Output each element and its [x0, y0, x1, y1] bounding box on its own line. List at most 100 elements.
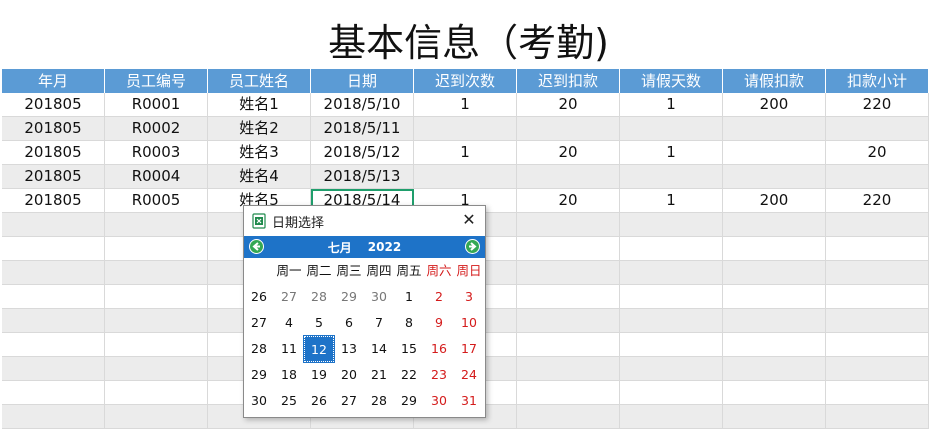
table-cell[interactable]: 姓名4	[208, 165, 311, 189]
table-cell[interactable]	[105, 309, 208, 333]
table-cell[interactable]: R0003	[105, 141, 208, 165]
table-cell[interactable]: 20	[826, 141, 929, 165]
table-cell[interactable]	[826, 213, 929, 237]
table-cell[interactable]: 2018/5/12	[311, 141, 414, 165]
table-cell[interactable]	[620, 357, 723, 381]
calendar-day[interactable]: 7	[364, 310, 394, 336]
table-cell[interactable]	[826, 333, 929, 357]
column-header[interactable]: 年月	[2, 69, 105, 93]
table-cell[interactable]	[517, 165, 620, 189]
calendar-day[interactable]: 24	[454, 362, 484, 388]
table-cell[interactable]	[620, 405, 723, 429]
table-cell[interactable]	[826, 405, 929, 429]
table-cell[interactable]	[105, 237, 208, 261]
table-cell[interactable]	[723, 381, 826, 405]
calendar-day[interactable]: 22	[394, 362, 424, 388]
calendar-day[interactable]: 10	[454, 310, 484, 336]
calendar-day[interactable]: 14	[364, 336, 394, 362]
table-cell[interactable]	[2, 285, 105, 309]
table-cell[interactable]: 1	[414, 141, 517, 165]
table-cell[interactable]	[2, 333, 105, 357]
calendar-day[interactable]: 16	[424, 336, 454, 362]
calendar-day[interactable]: 13	[334, 336, 364, 362]
table-cell[interactable]	[620, 213, 723, 237]
table-cell[interactable]	[620, 285, 723, 309]
calendar-day[interactable]: 5	[304, 310, 334, 336]
table-cell[interactable]	[826, 381, 929, 405]
table-cell[interactable]: 2018/5/13	[311, 165, 414, 189]
table-cell[interactable]	[105, 381, 208, 405]
table-cell[interactable]	[723, 285, 826, 309]
table-cell[interactable]: 姓名3	[208, 141, 311, 165]
calendar-day[interactable]: 6	[334, 310, 364, 336]
table-cell[interactable]: 201805	[2, 165, 105, 189]
table-cell[interactable]: 200	[723, 93, 826, 117]
table-cell[interactable]: R0002	[105, 117, 208, 141]
table-cell[interactable]	[723, 117, 826, 141]
table-cell[interactable]: 20	[517, 93, 620, 117]
table-cell[interactable]	[2, 309, 105, 333]
table-cell[interactable]	[826, 237, 929, 261]
table-cell[interactable]	[826, 261, 929, 285]
table-cell[interactable]: 201805	[2, 117, 105, 141]
table-cell[interactable]	[620, 117, 723, 141]
calendar-day[interactable]: 28	[364, 388, 394, 414]
table-cell[interactable]	[723, 141, 826, 165]
calendar-day[interactable]: 17	[454, 336, 484, 362]
table-cell[interactable]: 20	[517, 189, 620, 213]
table-cell[interactable]	[723, 333, 826, 357]
calendar-day[interactable]: 26	[304, 388, 334, 414]
table-cell[interactable]	[723, 405, 826, 429]
table-cell[interactable]	[620, 309, 723, 333]
table-cell[interactable]: R0004	[105, 165, 208, 189]
table-cell[interactable]	[2, 213, 105, 237]
table-cell[interactable]	[414, 165, 517, 189]
calendar-day[interactable]: 2	[424, 284, 454, 310]
calendar-day[interactable]: 21	[364, 362, 394, 388]
table-cell[interactable]: 姓名2	[208, 117, 311, 141]
calendar-day[interactable]: 18	[274, 362, 304, 388]
column-header[interactable]: 请假天数	[620, 69, 723, 93]
table-cell[interactable]	[620, 381, 723, 405]
table-cell[interactable]: 201805	[2, 189, 105, 213]
table-cell[interactable]	[105, 261, 208, 285]
calendar-day[interactable]: 20	[334, 362, 364, 388]
table-cell[interactable]: 1	[620, 93, 723, 117]
calendar-day[interactable]: 23	[424, 362, 454, 388]
table-cell[interactable]	[723, 237, 826, 261]
table-cell[interactable]: 200	[723, 189, 826, 213]
table-cell[interactable]	[517, 309, 620, 333]
table-cell[interactable]	[723, 357, 826, 381]
calendar-day[interactable]: 9	[424, 310, 454, 336]
table-cell[interactable]: 220	[826, 93, 929, 117]
table-cell[interactable]	[723, 165, 826, 189]
table-cell[interactable]	[723, 213, 826, 237]
table-cell[interactable]: 20	[517, 141, 620, 165]
calendar-day[interactable]: 1	[394, 284, 424, 310]
calendar-day[interactable]: 31	[454, 388, 484, 414]
calendar-day[interactable]: 30	[364, 284, 394, 310]
table-cell[interactable]	[826, 165, 929, 189]
table-cell[interactable]	[826, 309, 929, 333]
table-cell[interactable]	[2, 357, 105, 381]
calendar-day[interactable]: 8	[394, 310, 424, 336]
table-cell[interactable]	[620, 165, 723, 189]
table-cell[interactable]	[105, 285, 208, 309]
table-cell[interactable]	[620, 261, 723, 285]
column-header[interactable]: 迟到次数	[414, 69, 517, 93]
table-cell[interactable]	[517, 117, 620, 141]
calendar-day[interactable]: 3	[454, 284, 484, 310]
table-cell[interactable]: 1	[414, 93, 517, 117]
table-cell[interactable]: R0001	[105, 93, 208, 117]
calendar-day[interactable]: 19	[304, 362, 334, 388]
table-cell[interactable]	[620, 333, 723, 357]
table-cell[interactable]	[517, 333, 620, 357]
table-cell[interactable]	[2, 237, 105, 261]
table-cell[interactable]: R0005	[105, 189, 208, 213]
calendar-day[interactable]: 25	[274, 388, 304, 414]
calendar-day[interactable]: 11	[274, 336, 304, 362]
table-cell[interactable]	[517, 285, 620, 309]
table-cell[interactable]: 2018/5/11	[311, 117, 414, 141]
table-cell[interactable]	[2, 381, 105, 405]
calendar-day[interactable]: 29	[334, 284, 364, 310]
